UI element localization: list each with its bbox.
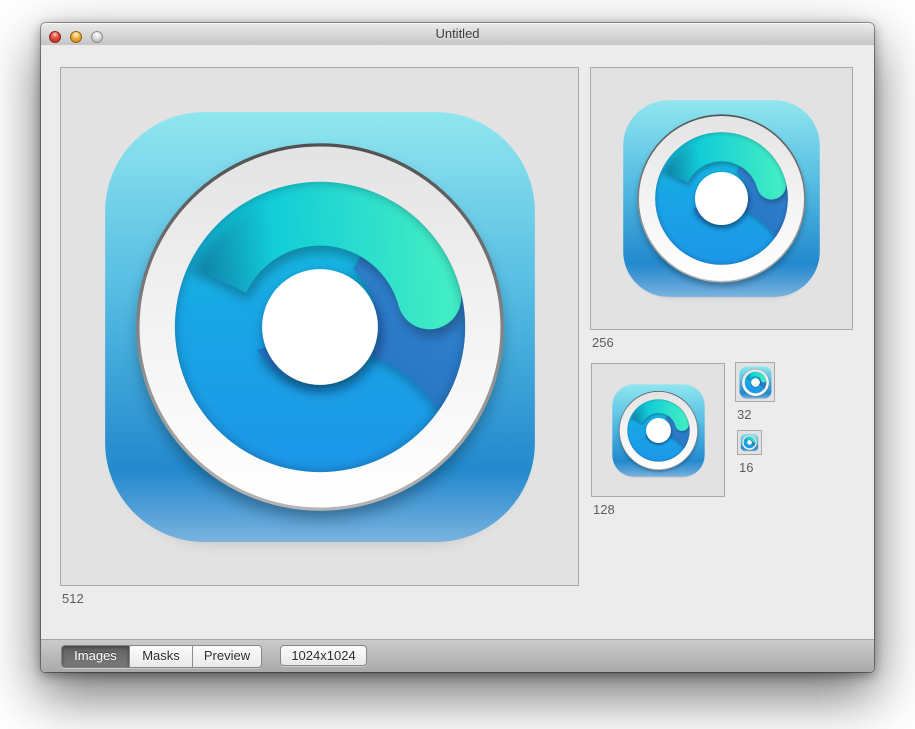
tab-images[interactable]: Images (62, 646, 129, 667)
titlebar[interactable]: Untitled (41, 23, 874, 46)
icon-preview-canvas: 512 256 128 32 (41, 45, 874, 639)
app-icon-256 (614, 91, 829, 306)
preview-item-256: 256 (590, 67, 853, 350)
app-icon-512 (85, 92, 555, 562)
preview-item-16: 16 (737, 430, 762, 475)
tab-preview[interactable]: Preview (192, 646, 261, 667)
preview-item-32: 32 (735, 362, 775, 422)
size-label-128: 128 (593, 502, 725, 517)
icon-dropzone-128[interactable] (591, 363, 725, 497)
size-label-256: 256 (592, 335, 853, 350)
icon-dropzone-512[interactable] (60, 67, 579, 586)
preview-item-512: 512 (60, 67, 579, 606)
bottom-toolbar: Images Masks Preview 1024x1024 (41, 639, 874, 672)
preview-item-128: 128 (591, 363, 725, 517)
canvas-size-button[interactable]: 1024x1024 (280, 645, 367, 666)
icon-dropzone-16[interactable] (737, 430, 762, 455)
window-title: Untitled (41, 23, 874, 45)
icon-dropzone-32[interactable] (735, 362, 775, 402)
app-window: Untitled 512 256 128 (41, 23, 874, 672)
tab-masks[interactable]: Masks (129, 646, 192, 667)
size-label-32: 32 (737, 407, 775, 422)
app-icon-32 (738, 365, 773, 400)
desktop-background: Untitled 512 256 128 (0, 0, 915, 729)
size-label-16: 16 (739, 460, 762, 475)
app-icon-16 (740, 433, 759, 452)
view-mode-segmented-control: Images Masks Preview (61, 645, 262, 668)
size-label-512: 512 (62, 591, 579, 606)
icon-dropzone-256[interactable] (590, 67, 853, 330)
app-icon-128 (608, 380, 709, 481)
